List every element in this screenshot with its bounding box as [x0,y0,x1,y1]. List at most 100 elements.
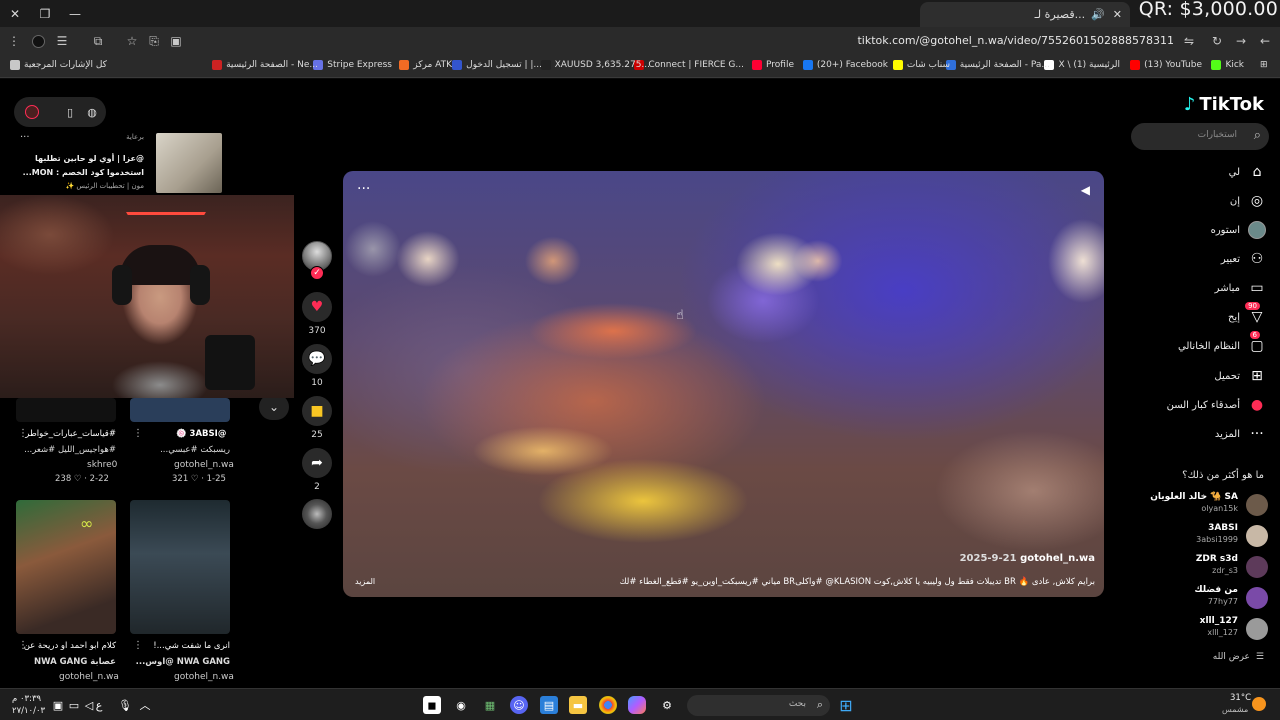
ad-more-icon[interactable]: ··· [20,132,30,143]
suggested-title: ما هو أكثر من ذلك؟ [1182,470,1264,481]
url-field[interactable]: tiktok.com/@gotohel_n.wa/video/755260150… [857,34,1174,47]
weather-desc[interactable]: مشمس [1222,705,1248,714]
bookmarks-apps-icon[interactable]: ⊞ [1260,60,1268,70]
search-input[interactable]: استخبارات ⌕ [1131,123,1269,150]
video-thumbnail[interactable] [16,398,116,422]
app-icon-settings[interactable]: ⚙ [658,696,676,714]
nav-item-following[interactable]: ⚇ تعبير [1221,248,1266,270]
reload-icon[interactable]: ↻ [1209,33,1225,49]
tiktok-small-icon[interactable] [24,104,40,120]
follow-check-icon[interactable]: ✓ [310,266,324,280]
see-more-link[interactable]: المزيد [355,577,375,586]
mouse-pointer-icon: ☝ [676,308,684,323]
webcam-figure [120,245,200,285]
app-icon-file-explorer[interactable]: ▬ [569,696,587,714]
minimize-icon[interactable]: — [60,0,90,27]
extensions-icon[interactable]: ⧉ [90,33,106,49]
nav-item-more[interactable]: ··· المزيد [1215,423,1266,445]
forward-icon[interactable]: → [1233,33,1249,49]
suggested-account[interactable]: خالد العلويان 🐪 SA olyan15k [1128,492,1268,520]
bookmark-item[interactable]: سناب شات [892,60,950,70]
tab-close-icon[interactable]: ✕ [1113,8,1122,21]
show-all-link[interactable]: عرض الله ☰ [1213,652,1264,662]
nav-item-profile[interactable]: استوره [1211,219,1266,241]
bookmark-star-icon[interactable]: ☆ [124,33,140,49]
bookmark-item[interactable]: (13) YouTube [1130,60,1202,70]
app-icon-excel[interactable]: ▦ [481,696,499,714]
video-thumbnail[interactable]: ∞ [16,500,116,634]
save-count: 25 [311,430,323,440]
app-icon-discord[interactable]: ☺ [510,696,528,714]
bookmark-item[interactable]: مركز ATK [399,60,452,70]
browser-tab[interactable]: ✕ 🔊 ...قصيرة لـ [920,2,1130,27]
screen-cast-icon[interactable]: ▣ [168,33,184,49]
nav-item-upload[interactable]: ⊞ تحميل [1214,365,1266,387]
save-button[interactable]: ■ [302,396,332,426]
item-more-icon[interactable]: ⋮ [18,640,28,651]
nav-item-messages[interactable]: ▢ 6 النظام الخانالي [1178,331,1266,357]
sponsored-card[interactable]: ··· برعاية @عزا | أوي لو حابين تطلبها اس… [14,130,234,194]
bookmark-item[interactable]: Stripe Express [313,60,392,70]
bookmark-item[interactable]: XAUUSD 3,635.275... [540,60,650,70]
all-bookmarks[interactable]: كل الإشارات المرجعية [10,60,107,70]
bookmark-item[interactable]: Connect | FIERCE G... [634,60,744,70]
search-icon[interactable]: ⌕ [1254,128,1261,143]
item-more-icon[interactable]: ⋮ [18,428,28,439]
suggested-account[interactable]: من فضلك 77hy77 [1128,585,1268,613]
suggested-account[interactable]: 3ABSI 3absi1999 [1128,523,1268,551]
language-indicator[interactable]: ع [90,696,108,714]
comment-button[interactable]: 💬 [302,344,332,374]
like-button[interactable]: ♥ [302,292,332,322]
volume-icon[interactable]: ◀ [1081,183,1090,197]
tiktok-logo[interactable]: ♪ TikTok [1184,94,1264,115]
weather-temp[interactable]: 31°C [1230,693,1251,703]
nav-item-activity[interactable]: ▽ 90 إيح [1228,302,1266,328]
windows-start-icon[interactable]: ⊞ [837,696,855,715]
clock-time[interactable]: ٠٣:٣٩ م [12,694,41,704]
suggested-account[interactable]: xlll_127 xlll_127 [1128,616,1268,644]
phone-icon[interactable]: ▯ [62,104,78,120]
bookmark-item[interactable]: X \ (1) الرئيسية [1044,60,1120,70]
bookmark-item[interactable]: Profile [752,60,794,70]
bookmark-item[interactable]: Kick [1211,60,1244,70]
nav-item-home[interactable]: ⌂ لي [1229,161,1266,183]
app-icon-chrome[interactable] [599,696,617,714]
bookmark-item[interactable]: (20+) Facebook [802,60,888,70]
video-more-icon[interactable]: ··· [357,181,370,197]
video-thumbnail[interactable] [130,398,230,422]
clock-date[interactable]: ٢٧/١٠/٠٣ [12,706,45,716]
share-icon[interactable]: ⎘ [146,33,162,49]
item-more-icon[interactable]: ⋮ [133,428,143,439]
video-player[interactable]: ··· ◀ 2025-9-21 gotohel_n.wa برايم كلاش,… [343,171,1104,597]
app-icon-copilot[interactable] [628,696,646,714]
suggested-account[interactable]: ZDR s3d zdr_s3 [1128,554,1268,582]
microphone-tray-icon[interactable]: 🎙 [116,696,134,714]
tray-chevron-icon[interactable]: ︿ [136,696,154,714]
bookmark-item[interactable]: الصفحة الرئيسية - Ne... [212,60,318,70]
compass-icon[interactable]: ◍ [84,104,100,120]
reading-list-icon[interactable]: ☰ [54,33,70,49]
nav-item-explore[interactable]: ◎ إن [1230,190,1266,212]
app-icon-obs[interactable]: ◉ [452,696,470,714]
nav-item-friends[interactable]: ● أصدقاء كبار السن [1167,394,1266,416]
bookmark-item[interactable]: تسجيل الدخول | |... [452,60,542,70]
menu-dots-icon[interactable]: ⋮ [6,33,22,49]
video-thumbnail[interactable] [130,500,230,634]
taskbar-search[interactable]: بحث ⌕ [687,695,830,716]
close-icon[interactable]: ✕ [0,0,30,27]
restore-icon[interactable]: ❐ [30,0,60,27]
bookmark-item[interactable]: الصفحة الرئيسية - Pa... [945,60,1050,70]
video-author[interactable]: gotohel_n.wa [1020,553,1095,564]
share-button[interactable]: ➦ [302,448,332,478]
app-icon-capcut[interactable]: ◼ [423,696,441,714]
back-icon[interactable]: ← [1257,33,1273,49]
site-settings-icon[interactable]: ⇋ [1181,33,1197,49]
sun-icon[interactable] [1252,697,1266,711]
nav-item-live[interactable]: ▭ مباشر [1215,277,1266,299]
app-icon-store[interactable]: ▤ [540,696,558,714]
profile-icon[interactable] [30,33,46,49]
item-more-icon[interactable]: ⋮ [133,640,143,651]
notification-badge: 90 [1245,302,1260,310]
music-disc-icon[interactable] [302,499,332,529]
kick-icon [1211,60,1222,70]
